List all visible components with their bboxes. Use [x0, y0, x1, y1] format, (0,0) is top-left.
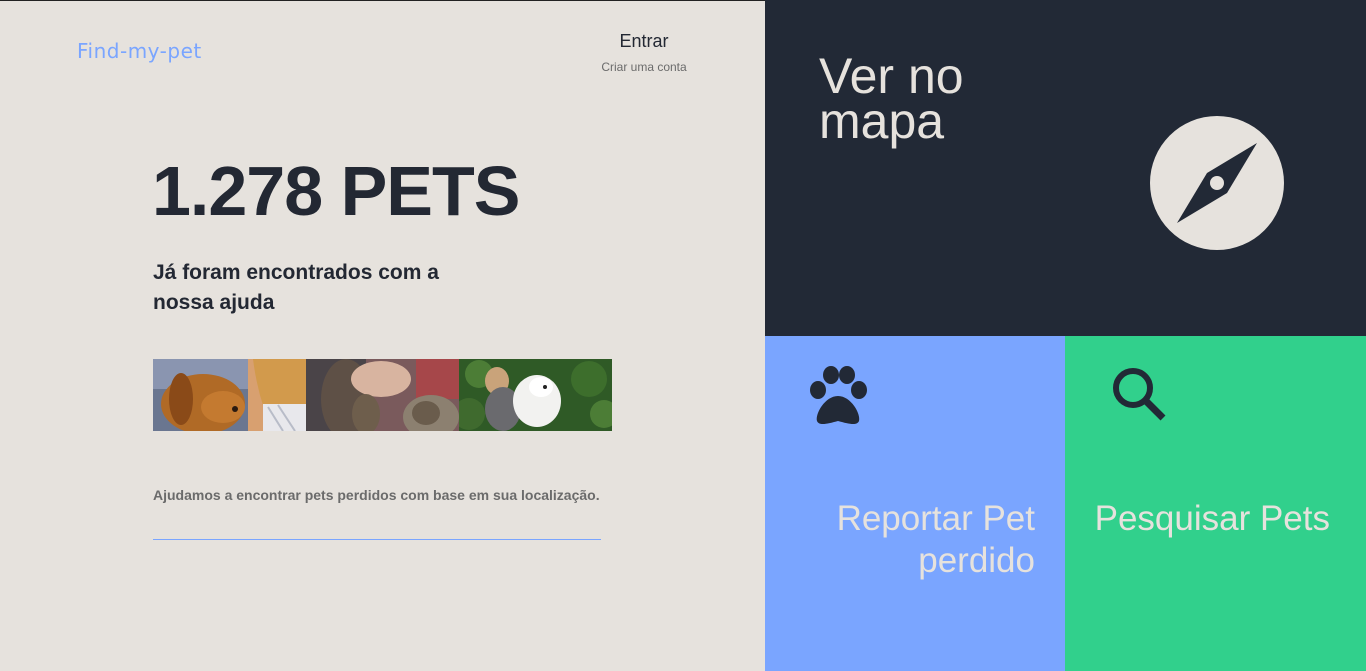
signup-link[interactable]: Criar uma conta	[590, 60, 698, 74]
hero-subtitle: Já foram encontrados com a nossa ajuda	[153, 261, 439, 314]
dog-photo	[153, 359, 306, 431]
auth-links: Entrar Criar uma conta	[590, 31, 698, 74]
divider	[153, 539, 601, 540]
search-pets-label: Pesquisar Pets	[1094, 499, 1330, 538]
cat-hand-photo	[306, 359, 459, 431]
view-map-label: Ver no mapa	[819, 48, 964, 149]
report-lost-pet-label: Reportar Pet perdido	[836, 499, 1035, 580]
search-pets-tile[interactable]: Pesquisar Pets	[1065, 336, 1366, 671]
pets-found-count: 1.278 PETS	[152, 152, 520, 230]
paw-icon	[807, 366, 869, 431]
report-lost-pet-tile[interactable]: Reportar Pet perdido	[765, 336, 1065, 671]
brand-logo[interactable]: Find-my-pet	[77, 39, 202, 63]
woman-samoyed-photo	[459, 359, 612, 431]
landing-panel: Find-my-pet Entrar Criar uma conta 1.278…	[0, 0, 765, 671]
login-link[interactable]: Entrar	[590, 31, 698, 52]
compass-icon	[1149, 115, 1285, 256]
pet-photo-strip	[153, 359, 612, 431]
view-map-tile[interactable]: Ver no mapa	[765, 0, 1366, 336]
search-icon	[1111, 366, 1167, 427]
hero-description: Ajudamos a encontrar pets perdidos com b…	[153, 487, 600, 503]
